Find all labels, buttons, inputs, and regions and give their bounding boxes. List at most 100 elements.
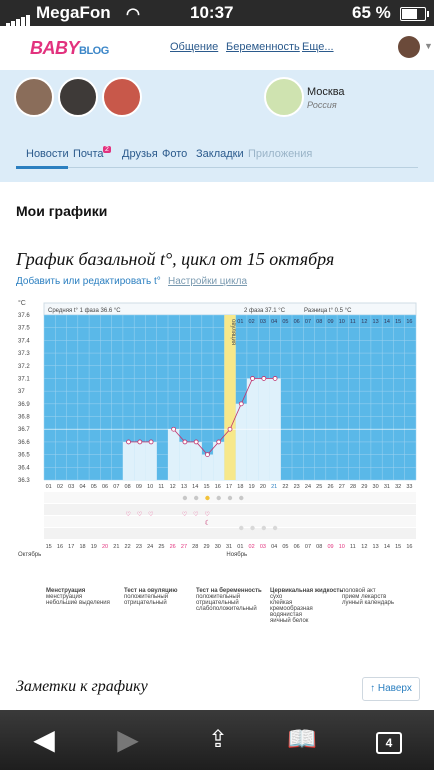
day-number: 03: [68, 484, 74, 490]
y-tick-label: 36.4: [18, 465, 30, 471]
calendar-date: 02: [249, 544, 255, 550]
day-number: 08: [125, 484, 131, 490]
temperature-diff-label: Разница t° 0.5 °C: [304, 308, 352, 314]
browser-toolbar: ◀ ▶ ⇪ 📖 4: [0, 710, 434, 770]
tab-mail[interactable]: Почта: [73, 148, 104, 160]
calendar-date: 29: [203, 544, 209, 550]
chevron-down-icon[interactable]: ▼: [424, 41, 433, 51]
phase1-average-label: Средняя t° 1 фаза 36.6 °C: [48, 308, 121, 314]
calendar-date: 13: [373, 544, 379, 550]
phase2-day-label: 15: [395, 319, 401, 325]
day-number: 25: [316, 484, 322, 490]
friend-avatar[interactable]: [102, 77, 142, 117]
tabs-icon[interactable]: 4: [376, 732, 402, 754]
tab-apps[interactable]: Приложения: [248, 148, 312, 160]
temperature-point: [250, 376, 255, 381]
day-number: 01: [46, 484, 52, 490]
forward-arrow-icon[interactable]: ▶: [108, 724, 148, 756]
calendar-date: 19: [91, 544, 97, 550]
friend-avatar[interactable]: [58, 77, 98, 117]
tab-news[interactable]: Новости: [26, 148, 69, 160]
tab-photos[interactable]: Фото: [162, 148, 187, 160]
notes-title: Заметки к графику: [16, 678, 148, 695]
pregnancy-test-marker: [250, 525, 255, 531]
cycle-settings-link[interactable]: Настройки цикла: [168, 276, 247, 287]
calendar-date: 11: [350, 544, 356, 550]
y-tick-label: 37.3: [18, 351, 30, 357]
phase2-day-label: 10: [339, 319, 345, 325]
calendar-date: 26: [170, 544, 176, 550]
temperature-point: [193, 439, 199, 445]
tabs-divider: [16, 167, 418, 168]
nav-link-more[interactable]: Еще...: [302, 41, 334, 53]
calendar-date: 16: [406, 544, 412, 550]
city-name: Москва: [307, 86, 345, 98]
temperature-column: [190, 441, 202, 480]
active-tab-indicator: [16, 166, 68, 169]
calendar-date: 31: [226, 544, 232, 550]
day-number: 12: [170, 484, 176, 490]
nav-link-pregnancy[interactable]: Беременность: [226, 41, 300, 53]
temperature-column: [145, 441, 157, 480]
legend-cervical-eggwhite: яичный белок: [270, 618, 309, 624]
temperature-column: [179, 441, 191, 480]
y-tick-label: 36.8: [18, 415, 30, 421]
phase2-day-label: 08: [316, 319, 322, 325]
wifi-icon: ◠: [126, 6, 140, 23]
temperature-column: [122, 441, 135, 480]
calendar-date: 14: [384, 544, 390, 550]
calendar-date: 03: [260, 544, 266, 550]
calendar-date: 04: [271, 544, 277, 550]
ovulation-test-marker: [205, 495, 210, 501]
user-avatar[interactable]: [398, 36, 420, 58]
calendar-date: 23: [136, 544, 142, 550]
phase2-day-label: 04: [271, 319, 277, 325]
back-arrow-icon[interactable]: ◀: [24, 724, 64, 756]
day-number: 28: [350, 484, 356, 490]
y-tick-label: 37.6: [18, 313, 30, 319]
phase2-day-label: 01: [237, 319, 243, 325]
intercourse-marker: ♡: [148, 511, 153, 518]
back-to-top-button[interactable]: ↑ Наверх: [362, 677, 420, 701]
day-number: 14: [192, 484, 198, 490]
nav-link-communication[interactable]: Общение: [170, 41, 218, 53]
day-number: 30: [373, 484, 379, 490]
share-icon[interactable]: ⇪: [198, 724, 238, 756]
chart-canvas: °C Средняя t° 1 фаза 36.6 °C 2 фаза 37.1 °…: [18, 299, 417, 558]
temperature-column: [168, 429, 180, 480]
temperature-point: [261, 376, 267, 381]
pregnancy-test-marker: [261, 525, 267, 531]
bookmarks-icon[interactable]: 📖: [282, 724, 322, 756]
calendar-date: 18: [79, 544, 85, 550]
map-icon: [264, 77, 304, 117]
tab-bookmarks[interactable]: Закладки: [196, 148, 244, 160]
day-number: 26: [327, 484, 333, 490]
day-number: 05: [91, 484, 97, 490]
tab-friends[interactable]: Друзья: [122, 148, 158, 160]
calendar-date: 28: [192, 544, 198, 550]
friend-avatar[interactable]: [14, 77, 54, 117]
day-number: 24: [305, 484, 311, 490]
ovulation-test-marker: [227, 495, 233, 501]
day-number: 09: [136, 484, 142, 490]
clock: 10:37: [190, 3, 234, 22]
phase2-day-label: 09: [327, 319, 333, 325]
day-number: 29: [361, 484, 367, 490]
phase2-day-label: 12: [361, 319, 367, 325]
temperature-point: [205, 452, 210, 458]
day-number: 15: [203, 484, 209, 490]
calendar-date: 22: [125, 544, 131, 550]
y-tick-label: 37.5: [18, 326, 30, 332]
calendar-date: 05: [282, 544, 288, 550]
carrier-name: MegaFon: [36, 3, 111, 22]
day-number: 19: [249, 484, 255, 490]
intercourse-marker: ♡: [182, 511, 187, 518]
y-tick-label: 37.2: [18, 364, 30, 370]
calendar-date: 07: [305, 544, 311, 550]
site-logo[interactable]: BABYBLOG: [30, 38, 109, 59]
legend-moon-calendar: лунный календарь: [342, 600, 395, 606]
phase2-day-label: 02: [249, 319, 255, 325]
country-name: Россия: [307, 100, 337, 110]
add-temperature-link[interactable]: Добавить или редактировать t°: [16, 276, 161, 287]
day-number: 04: [79, 484, 85, 490]
